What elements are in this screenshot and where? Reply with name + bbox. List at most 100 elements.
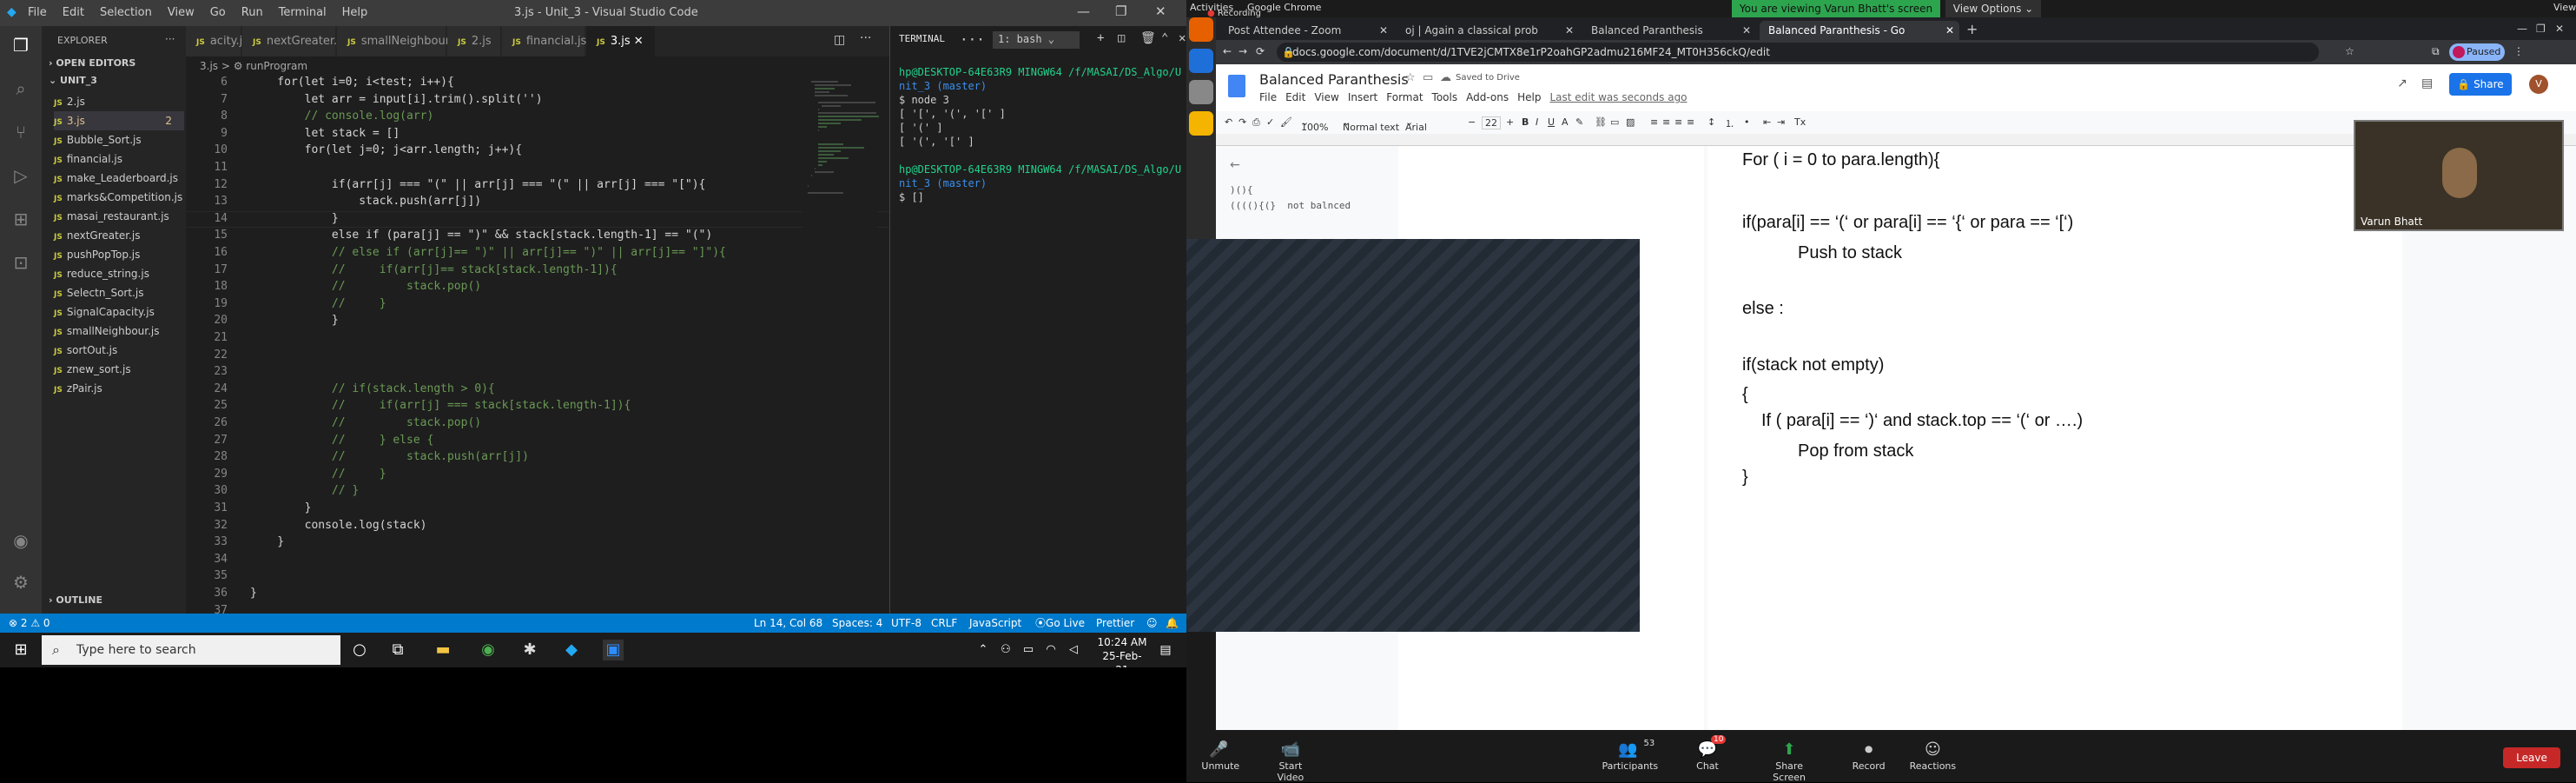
address-bar[interactable]: 🔒 docs.google.com/document/d/1TVE2jCMTX8… xyxy=(1277,43,2319,62)
extensions-icon[interactable]: ⊞ xyxy=(10,209,31,229)
doc-line[interactable]: { xyxy=(1742,385,1748,405)
activity-trend-icon[interactable]: ↗ xyxy=(2397,76,2408,90)
open-editors-section[interactable]: › OPEN EDITORS xyxy=(49,57,135,69)
zoom-control-reactions[interactable]: ☺ Reactions xyxy=(1906,740,1958,772)
line-spacing-icon[interactable]: ↕ xyxy=(1707,116,1715,128)
code-line[interactable]: // if(stack.length > 0){ xyxy=(250,382,495,395)
file-item[interactable]: JS make_Leaderboard.js xyxy=(54,169,184,188)
split-editor-icon[interactable]: ◫ xyxy=(834,33,845,47)
file-item[interactable]: JS Selectn_Sort.js xyxy=(54,283,184,302)
align-right-icon[interactable]: ≡ xyxy=(1674,116,1682,128)
menu-selection[interactable]: Selection xyxy=(100,6,152,19)
editor-more-icon[interactable]: ··· xyxy=(860,31,871,45)
vscode-taskbar-icon[interactable]: ◆ xyxy=(561,640,582,660)
reload-icon[interactable]: ⟳ xyxy=(1256,45,1265,57)
view-options-button[interactable]: View Options ⌄ xyxy=(1945,0,2041,17)
leave-button[interactable]: Leave xyxy=(2503,747,2560,768)
settings-gear-icon[interactable]: ⚙ xyxy=(10,572,31,593)
code-line[interactable]: // if(arr[j]== stack[stack.length-1]){ xyxy=(250,263,618,276)
view-label[interactable]: View xyxy=(2553,2,2576,13)
file-item[interactable]: JS smallNeighbour.js xyxy=(54,322,184,341)
browser-tab[interactable]: oj | Again a classical prob ✕ xyxy=(1397,21,1579,40)
highlight-icon[interactable]: ✎ xyxy=(1575,116,1583,128)
split-terminal-icon[interactable]: ◫ xyxy=(1118,31,1125,45)
file-item[interactable]: JS marks&Competition.js xyxy=(54,188,184,207)
redo-icon[interactable]: ↷ xyxy=(1238,116,1246,128)
maximize-panel-icon[interactable]: ⌃ xyxy=(1161,31,1168,45)
font-select[interactable]: Arial ⌄ xyxy=(1405,116,1427,133)
chrome-menu-icon[interactable]: ⋮ xyxy=(2513,45,2524,57)
code-line[interactable]: } xyxy=(250,535,284,548)
browser-tab[interactable]: Balanced Paranthesis - Go ✕ xyxy=(1760,21,1959,40)
share-button[interactable]: 🔒 Share xyxy=(2449,73,2512,96)
tray-battery-icon[interactable]: ▭ xyxy=(1018,640,1039,660)
outline-back-icon[interactable]: ← xyxy=(1230,158,1240,172)
editor-tab[interactable]: JS 2.js xyxy=(447,26,501,56)
menu-terminal[interactable]: Terminal xyxy=(279,6,327,19)
search-icon[interactable]: ⌕ xyxy=(10,78,31,99)
tab-close-icon[interactable]: ✕ xyxy=(1742,21,1751,40)
zoom-control-unmute[interactable]: 🎤 Unmute xyxy=(1201,740,1239,772)
code-line[interactable]: // else if (arr[j]== ")" || arr[j]== ")"… xyxy=(250,246,726,259)
code-line[interactable]: // console.log(arr) xyxy=(250,109,434,123)
chrome-app-label[interactable]: Google Chrome xyxy=(1247,2,1321,13)
docs-menu-tools[interactable]: Tools xyxy=(1432,91,1458,103)
file-item[interactable]: JS 3.js 2 xyxy=(54,111,184,130)
print-icon[interactable]: ⎙ xyxy=(1252,116,1260,129)
cursor-position[interactable]: Ln 14, Col 68 xyxy=(754,614,822,633)
account-icon[interactable]: ◉ xyxy=(10,530,31,551)
menu-go[interactable]: Go xyxy=(210,6,226,19)
code-line[interactable]: // stack.pop() xyxy=(250,416,481,429)
style-select[interactable]: Normal text ⌄ xyxy=(1343,116,1399,133)
font-size-input[interactable]: 22 xyxy=(1482,116,1501,129)
file-item[interactable]: JS zPair.js xyxy=(54,379,184,398)
prettier-status[interactable]: Prettier xyxy=(1096,614,1134,633)
decrease-indent-icon[interactable]: ⇤ xyxy=(1763,116,1771,128)
file-explorer-icon[interactable]: ▬ xyxy=(433,640,453,660)
document-title[interactable]: Balanced Paranthesis xyxy=(1259,71,1409,88)
zoom-control-start-video[interactable]: 📹 Start Video xyxy=(1265,740,1317,783)
cortana-icon[interactable]: ○ xyxy=(349,640,370,660)
zoom-taskbar-icon[interactable]: ▣ xyxy=(603,640,624,660)
docs-menu-insert[interactable]: Insert xyxy=(1348,91,1377,103)
speaker-video-tile[interactable]: Varun Bhatt xyxy=(2354,120,2564,231)
bookmark-star-icon[interactable]: ☆ xyxy=(2345,45,2355,57)
spellcheck-icon[interactable]: ✓ xyxy=(1266,116,1274,128)
maximize-button[interactable]: ❐ xyxy=(1115,3,1126,19)
increase-indent-icon[interactable]: ⇥ xyxy=(1777,116,1785,128)
outline-section[interactable]: › OUTLINE xyxy=(49,594,102,606)
code-line[interactable]: } xyxy=(250,501,312,514)
encoding-status[interactable]: UTF-8 xyxy=(891,614,921,633)
windows-start-icon[interactable]: ⊞ xyxy=(10,640,31,660)
code-line[interactable]: let stack = [] xyxy=(250,127,400,140)
menu-help[interactable]: Help xyxy=(342,6,368,19)
code-line[interactable]: for(let j=0; j<arr.length; j++){ xyxy=(250,143,522,156)
docs-menu-format[interactable]: Format xyxy=(1386,91,1423,103)
doc-line[interactable]: Pop from stack xyxy=(1798,441,1913,461)
tab-close-icon[interactable]: ✕ xyxy=(631,35,644,48)
file-item[interactable]: JS masai_restaurant.js xyxy=(54,207,184,226)
doc-line[interactable]: For ( i = 0 to para.length){ xyxy=(1742,150,1939,170)
bulleted-list-icon[interactable]: • xyxy=(1744,116,1750,128)
run-debug-icon[interactable]: ▷ xyxy=(10,165,31,186)
menu-run[interactable]: Run xyxy=(241,6,263,19)
justify-icon[interactable]: ≡ xyxy=(1687,116,1694,128)
menu-edit[interactable]: Edit xyxy=(63,6,84,19)
extensions-puzzle-icon[interactable]: ⧉ xyxy=(2432,45,2440,58)
docs-logo-icon[interactable] xyxy=(1228,75,1245,97)
new-tab-icon[interactable]: + xyxy=(1966,21,1978,37)
terminal-tab[interactable]: TERMINAL xyxy=(899,33,945,44)
terminal-more-icon[interactable]: ··· xyxy=(960,31,985,48)
kill-terminal-icon[interactable]: 🗑 xyxy=(1140,31,1156,45)
feedback-icon[interactable]: ☺ xyxy=(1146,614,1158,633)
tray-wifi-icon[interactable]: ◠ xyxy=(1040,640,1061,660)
file-item[interactable]: JS pushPopTop.js xyxy=(54,245,184,264)
code-line[interactable]: // if(arr[j] === stack[stack.length-1]){ xyxy=(250,399,631,412)
code-line[interactable]: } xyxy=(250,212,339,225)
firefox-icon[interactable] xyxy=(1189,17,1213,42)
clear-formatting-icon[interactable]: Tx xyxy=(1794,116,1806,128)
comment-icon[interactable]: ▭ xyxy=(1610,116,1619,128)
code-line[interactable]: else if (para[j] == ")" && stack[stack.l… xyxy=(250,229,712,242)
underline-icon[interactable]: U xyxy=(1548,116,1555,128)
italic-icon[interactable]: I xyxy=(1536,116,1538,128)
